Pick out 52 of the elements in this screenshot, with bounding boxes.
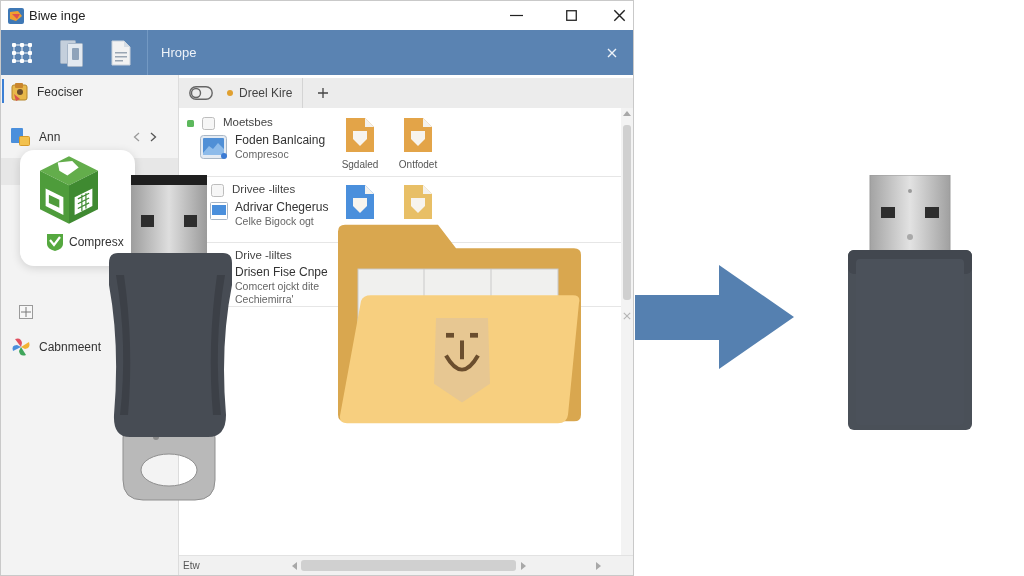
status-text: Etw (183, 559, 200, 573)
row-subtitle: Comcert ojckt dite (235, 280, 321, 294)
scroll-right-icon[interactable] (520, 561, 526, 570)
documents-icon[interactable] (60, 37, 84, 68)
scroll-up-icon[interactable] (623, 111, 631, 116)
sidebar-item[interactable]: Feociser (1, 77, 89, 107)
clipboard-icon (11, 82, 29, 102)
dot-icon (227, 90, 233, 96)
close-icon[interactable] (613, 9, 626, 22)
window-title: Biwe inge (29, 6, 86, 25)
chevron-right-icon[interactable] (150, 132, 157, 142)
chevron-left-icon[interactable] (133, 132, 140, 142)
pinwheel-icon (11, 337, 31, 357)
row-title: Foden Banlcaing (235, 132, 326, 148)
row-subtitle: Cechiemirra' (235, 293, 295, 307)
row-heading: Drivee -liltes (232, 182, 296, 198)
file-name: Ontfodet (398, 158, 438, 172)
row-title: Drisen Fise Cnpe (235, 264, 328, 281)
row-title: Adrivar Chegerus (235, 199, 329, 215)
shield-check-icon (46, 232, 64, 252)
row-subtitle: Celke Bigock ogt (235, 215, 315, 228)
file-icon[interactable] (403, 184, 433, 220)
plus-icon[interactable] (318, 88, 328, 98)
file-icon[interactable] (345, 184, 375, 220)
card-label: Compresx (69, 234, 124, 251)
app-icon (8, 7, 24, 24)
table-icon (19, 305, 33, 319)
document-icon[interactable] (111, 39, 131, 66)
toolbar-title: Hrope (161, 43, 197, 62)
file-name: Sgdaled (341, 158, 379, 172)
row-heading: Drive -liltes (235, 248, 292, 263)
checkbox[interactable] (211, 183, 224, 197)
arrow-icon (635, 265, 795, 369)
image-icon (200, 135, 228, 161)
file-icon[interactable] (403, 117, 433, 153)
toggle-icon[interactable] (189, 86, 213, 100)
row-subtitle: Compresoc (235, 148, 290, 161)
scroll-right-icon[interactable] (596, 561, 601, 570)
grid-icon[interactable] (12, 42, 32, 63)
squares-icon (11, 127, 31, 147)
maximize-icon[interactable] (566, 10, 577, 21)
row-heading: Moetsbes (223, 115, 273, 131)
box-icon (40, 156, 98, 224)
scrollbar-thumb[interactable] (623, 125, 631, 300)
scroll-left-icon[interactable] (291, 561, 297, 570)
sidebar-item[interactable]: Cabnmeent (1, 332, 108, 362)
window-icon (210, 202, 228, 220)
checkbox[interactable] (202, 116, 215, 130)
file-icon[interactable] (345, 117, 375, 153)
tab[interactable]: Dreel Kire (179, 78, 303, 108)
sidebar-item[interactable]: Ann (1, 122, 133, 152)
scrollbar-thumb[interactable] (300, 560, 516, 571)
